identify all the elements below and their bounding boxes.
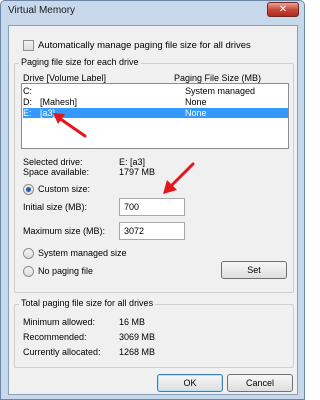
custom-size-radio[interactable] (23, 184, 34, 195)
drive-row-c[interactable]: C: System managed (23, 86, 288, 96)
currently-allocated-value: 1268 MB (119, 347, 156, 357)
annotation-arrow-size (163, 162, 195, 194)
annotation-arrow-drive (53, 113, 87, 138)
drive-letter: C: (23, 86, 32, 96)
maximum-size-label: Maximum size (MB): (23, 226, 106, 236)
drive-volume-label: [Mahesh] (40, 97, 78, 107)
ok-button[interactable]: OK (157, 374, 223, 392)
drive-letter: D: (23, 97, 32, 107)
set-button[interactable]: Set (221, 261, 287, 279)
total-group-title: Total paging file size for all drives (19, 298, 156, 308)
selected-drive-value: E: [a3] (119, 157, 146, 167)
custom-size-label[interactable]: Custom size: (38, 184, 90, 194)
system-managed-radio[interactable] (23, 248, 34, 259)
drive-column-header[interactable]: Drive [Volume Label] (23, 73, 106, 83)
recommended-value: 3069 MB (119, 332, 156, 342)
auto-manage-label[interactable]: Automatically manage paging file size fo… (38, 40, 251, 51)
title-bar[interactable]: Virtual Memory ✕ (1, 1, 304, 23)
auto-manage-checkbox[interactable] (23, 40, 34, 51)
initial-size-label: Initial size (MB): (23, 202, 88, 212)
drive-size: None (185, 97, 207, 107)
window-title: Virtual Memory (8, 5, 76, 16)
initial-size-input[interactable]: 700 (119, 198, 185, 216)
dialog-body: Automatically manage paging file size fo… (8, 25, 298, 395)
virtual-memory-window: Virtual Memory ✕ Automatically manage pa… (0, 0, 305, 400)
size-column-header[interactable]: Paging File Size (MB) (174, 73, 261, 83)
minimum-allowed-value: 16 MB (119, 317, 146, 327)
cancel-button[interactable]: Cancel (227, 374, 293, 392)
drive-size: None (185, 108, 207, 118)
no-paging-file-radio[interactable] (23, 266, 34, 277)
drive-letter: E: (23, 108, 32, 118)
drive-row-d[interactable]: D: [Mahesh] None (23, 97, 288, 107)
close-button[interactable]: ✕ (267, 2, 299, 17)
no-paging-file-label[interactable]: No paging file (38, 266, 93, 276)
selected-drive-label: Selected drive: (23, 157, 83, 167)
space-available-value: 1797 MB (119, 167, 156, 177)
currently-allocated-label: Currently allocated: (23, 347, 101, 357)
maximum-size-input[interactable]: 3072 (119, 222, 185, 240)
system-managed-label[interactable]: System managed size (38, 248, 127, 258)
recommended-label: Recommended: (23, 332, 87, 342)
space-available-label: Space available: (23, 167, 90, 177)
drive-size: System managed (185, 86, 256, 96)
minimum-allowed-label: Minimum allowed: (23, 317, 96, 327)
paging-group-title: Paging file size for each drive (19, 57, 141, 67)
